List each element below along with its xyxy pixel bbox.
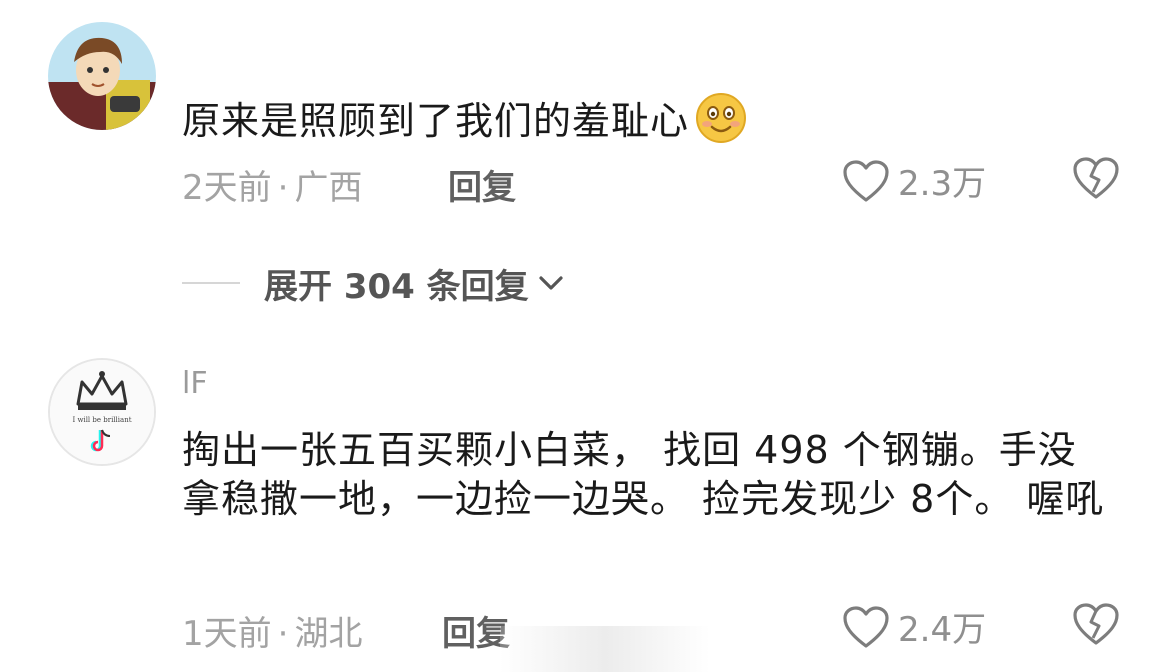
comment-text-body: 原来是照顾到了我们的羞耻心 [182,99,690,143]
username[interactable]: lF [182,366,208,401]
like-count: 2.4万 [898,610,987,650]
heart-outline-icon [843,605,889,648]
dislike-button[interactable] [1072,602,1120,650]
chevron-down-icon [539,276,563,290]
comment-meta: 1天前 · 湖北 [182,606,362,655]
heart-outline-icon [843,159,889,202]
avatar-caption: I will be brilliant [72,416,131,424]
watermark-overlay [500,626,710,672]
avatar[interactable]: I will be brilliant [48,358,156,466]
comment-text: 原来是照顾到了我们的羞耻心 [182,92,1112,156]
comment-location: 湖北 [294,614,363,654]
like-button[interactable]: 2.3万 [842,156,986,205]
divider-line [182,282,240,284]
meta-separator: · [277,614,289,654]
meta-separator: · [277,168,289,208]
smiling-face-emoji-icon [695,92,747,156]
broken-heart-icon [1073,603,1119,645]
comment-location: 广西 [294,168,363,208]
dislike-button[interactable] [1072,156,1120,204]
broken-heart-icon [1073,157,1119,199]
comment-time: 2天前 [182,168,272,208]
comment-time: 1天前 [182,614,272,654]
avatar-image [48,22,156,130]
comment-meta: 2天前 · 广西 [182,160,362,209]
expand-replies-label: 展开 304 条回复 [264,266,529,307]
like-button[interactable]: 2.4万 [842,602,986,651]
avatar[interactable] [48,22,156,130]
crown-avatar-image: I will be brilliant [50,360,154,464]
like-count: 2.3万 [898,164,987,204]
expand-replies-button[interactable]: 展开 304 条回复 [182,258,565,308]
reply-button[interactable]: 回复 [448,160,516,209]
comment-text: 掏出一张五百买颗小白菜， 找回 498 个钢镚。手没拿稳撒一地，一边捡一边哭。 … [182,428,1105,521]
